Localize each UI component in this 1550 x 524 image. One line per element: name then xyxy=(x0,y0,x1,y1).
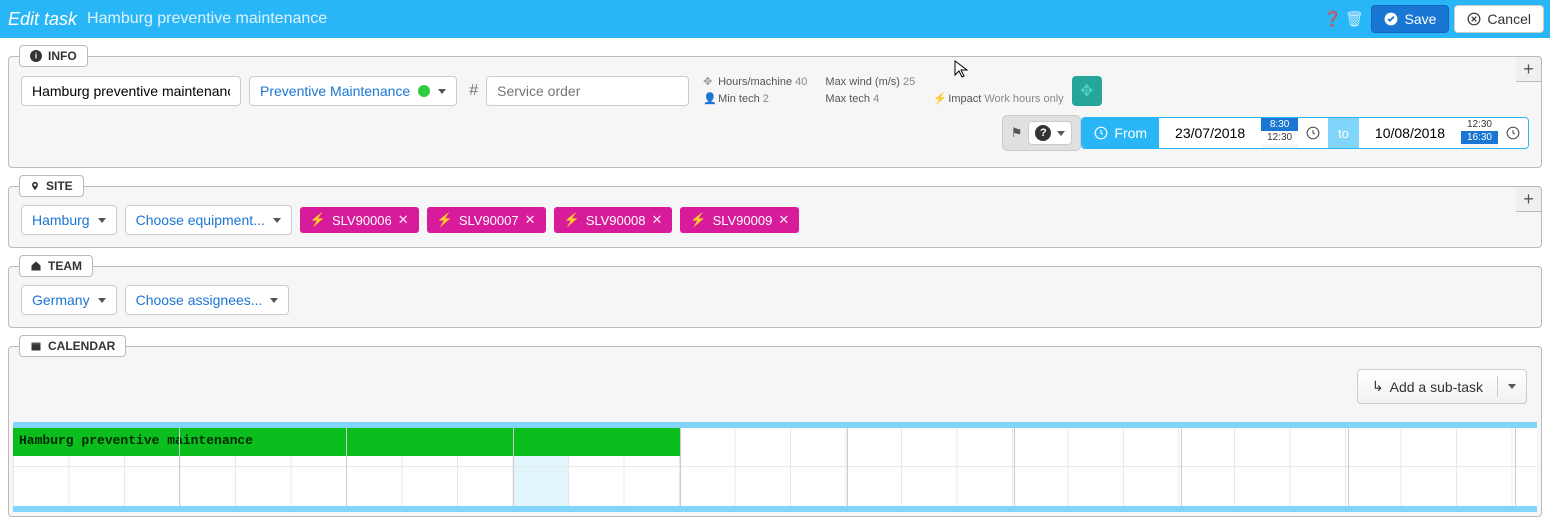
priority-select[interactable]: ⚑ ? xyxy=(1002,115,1082,151)
add-subtask-main[interactable]: ↳ Add a sub-task xyxy=(1358,370,1497,403)
chevron-down-icon xyxy=(98,298,106,303)
cursor-icon xyxy=(954,60,968,78)
from-label: From xyxy=(1082,118,1159,148)
tag-label: SLV90007 xyxy=(459,213,519,228)
site-section-text: SITE xyxy=(46,179,73,193)
add-subtask-dropdown[interactable] xyxy=(1497,376,1526,397)
bolt-icon: ⚡ xyxy=(933,92,945,107)
page-title: Edit task xyxy=(8,9,77,30)
site-panel: SITE + Hamburg Choose equipment... ⚡SLV9… xyxy=(8,186,1542,248)
tag-label: SLV90008 xyxy=(586,213,646,228)
info-section-text: INFO xyxy=(48,49,77,63)
cancel-icon xyxy=(1467,12,1481,26)
equipment-select[interactable]: Choose equipment... xyxy=(125,205,292,235)
chevron-down-icon xyxy=(98,218,106,223)
home-icon xyxy=(30,260,42,272)
info-panel-label: i INFO xyxy=(19,45,88,67)
bolt-icon: ⚡ xyxy=(690,212,706,228)
from-clock-icon[interactable] xyxy=(1298,118,1328,148)
gantt-grid[interactable]: Hamburg preventive maintenance xyxy=(13,428,1537,506)
cancel-button[interactable]: Cancel xyxy=(1454,5,1544,33)
drag-handle[interactable]: ✥ xyxy=(1072,76,1102,106)
assignees-select[interactable]: Choose assignees... xyxy=(125,285,290,315)
header-bar: Edit task Hamburg preventive maintenance… xyxy=(0,0,1550,38)
equipment-tag[interactable]: ⚡ SLV90009 ✕ xyxy=(680,207,799,233)
add-subtask-button[interactable]: ↳ Add a sub-task xyxy=(1357,369,1527,404)
equipment-tag[interactable]: ⚡ SLV90007 ✕ xyxy=(427,207,546,233)
tag-remove-icon[interactable]: ✕ xyxy=(778,212,789,228)
chevron-down-icon xyxy=(270,298,278,303)
info-add-button[interactable]: + xyxy=(1516,56,1542,82)
site-location-select[interactable]: Hamburg xyxy=(21,205,117,235)
chevron-down-icon xyxy=(1057,131,1065,136)
site-panel-label: SITE xyxy=(19,175,84,197)
task-type-label: Preventive Maintenance xyxy=(260,83,410,99)
info-icon: i xyxy=(30,50,42,62)
bolt-icon: ⚡ xyxy=(310,212,326,228)
to-date-input[interactable] xyxy=(1359,118,1461,148)
equipment-select-label: Choose equipment... xyxy=(136,212,265,228)
page-subtitle: Hamburg preventive maintenance xyxy=(87,10,327,28)
site-add-button[interactable]: + xyxy=(1516,186,1542,212)
subtask-arrow-icon: ↳ xyxy=(1372,378,1384,395)
save-label: Save xyxy=(1404,11,1436,27)
pin-icon xyxy=(30,180,40,192)
calendar-icon xyxy=(30,340,42,352)
tag-remove-icon[interactable]: ✕ xyxy=(525,212,536,228)
task-meta: ✥Hours/machine 40 👤Min tech 2 Max wind (… xyxy=(703,75,1064,107)
priority-badge: ? xyxy=(1035,125,1051,141)
from-time-toggle[interactable]: 8:30 12:30 xyxy=(1261,118,1298,148)
team-panel-label: TEAM xyxy=(19,255,93,277)
move-icon: ✥ xyxy=(703,75,715,90)
team-section-text: TEAM xyxy=(48,259,82,273)
tag-label: SLV90006 xyxy=(332,213,392,228)
info-panel: i INFO + Preventive Maintenance # ✥Hours… xyxy=(8,56,1542,168)
check-icon xyxy=(1384,12,1398,26)
flag-icon: ⚑ xyxy=(1011,125,1023,141)
from-date-input[interactable] xyxy=(1159,118,1261,148)
assignees-label: Choose assignees... xyxy=(136,292,263,308)
chevron-down-icon xyxy=(438,89,446,94)
person-icon: 👤 xyxy=(703,92,715,107)
tag-label: SLV90009 xyxy=(713,213,773,228)
hash-icon: # xyxy=(469,82,478,100)
date-range: From 8:30 12:30 to 12:30 16:30 xyxy=(1081,117,1529,149)
save-button[interactable]: Save xyxy=(1371,5,1449,33)
team-region-select[interactable]: Germany xyxy=(21,285,117,315)
site-location-label: Hamburg xyxy=(32,212,90,228)
chevron-down-icon xyxy=(1508,384,1516,389)
team-panel: TEAM Germany Choose assignees... xyxy=(8,266,1542,328)
help-icon[interactable]: ❓ xyxy=(1321,10,1343,28)
bolt-icon: ⚡ xyxy=(437,212,453,228)
task-name-input[interactable] xyxy=(21,76,241,106)
service-order-input[interactable] xyxy=(486,76,689,106)
gantt-task-bar[interactable]: Hamburg preventive maintenance xyxy=(13,428,680,456)
team-region-label: Germany xyxy=(32,292,90,308)
task-type-select[interactable]: Preventive Maintenance xyxy=(249,76,457,106)
bolt-icon: ⚡ xyxy=(564,212,580,228)
equipment-tag[interactable]: ⚡ SLV90006 ✕ xyxy=(300,207,419,233)
trash-icon[interactable]: 🗑 xyxy=(1343,10,1365,28)
status-dot-icon xyxy=(418,85,430,97)
svg-text:i: i xyxy=(35,52,37,61)
clock-icon xyxy=(1094,126,1108,140)
calendar-panel: CALENDAR ↳ Add a sub-task Hamburg preven… xyxy=(8,346,1542,517)
calendar-section-text: CALENDAR xyxy=(48,339,115,353)
calendar-panel-label: CALENDAR xyxy=(19,335,126,357)
to-label: to xyxy=(1328,118,1359,148)
tag-remove-icon[interactable]: ✕ xyxy=(651,212,662,228)
to-clock-icon[interactable] xyxy=(1498,118,1528,148)
equipment-tag[interactable]: ⚡ SLV90008 ✕ xyxy=(554,207,673,233)
chevron-down-icon xyxy=(273,218,281,223)
to-time-toggle[interactable]: 12:30 16:30 xyxy=(1461,118,1498,148)
cancel-label: Cancel xyxy=(1487,11,1531,27)
tag-remove-icon[interactable]: ✕ xyxy=(398,212,409,228)
